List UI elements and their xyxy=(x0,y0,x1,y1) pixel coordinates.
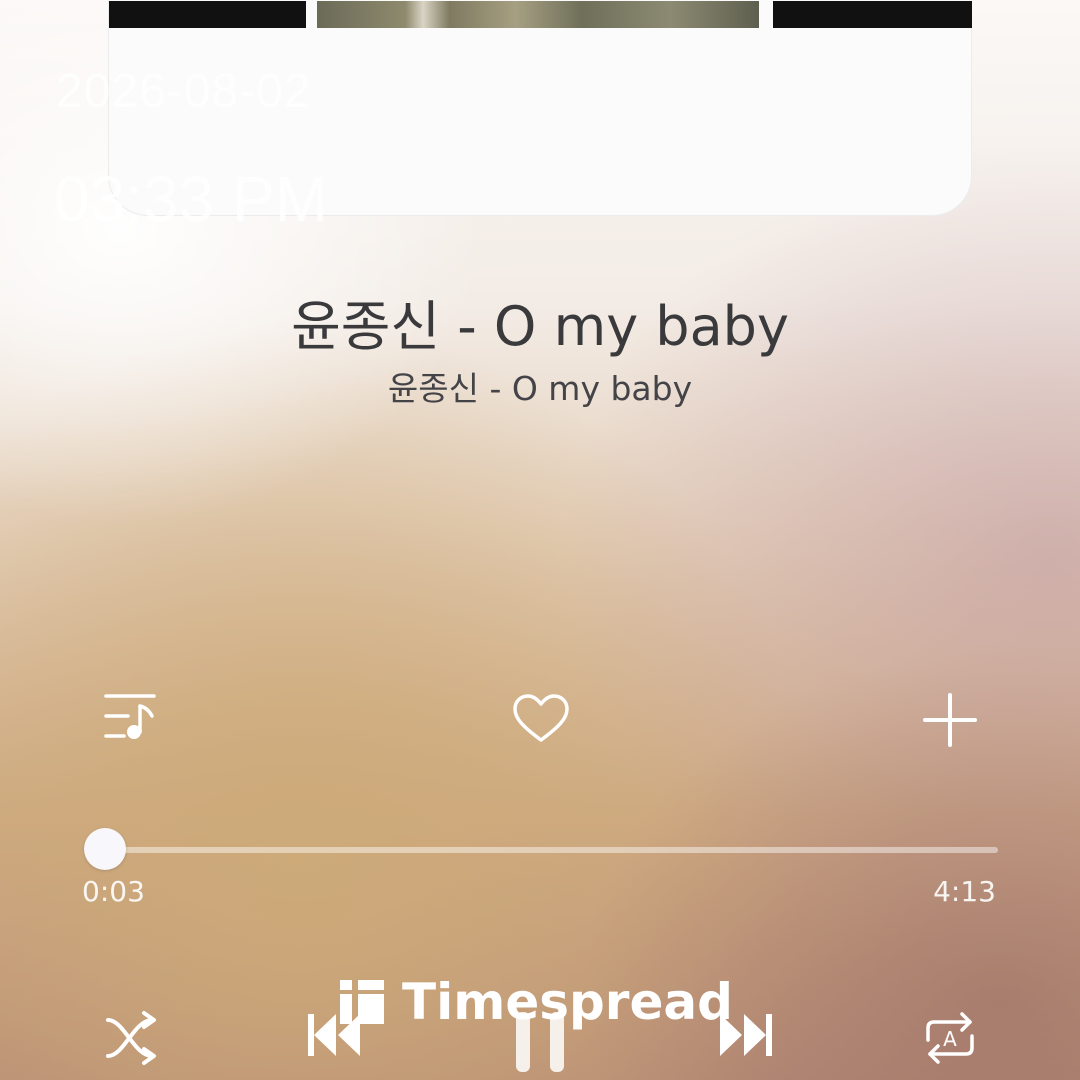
elapsed-time: 0:03 xyxy=(82,875,145,908)
album-art-image xyxy=(317,1,759,28)
track-artist: 윤종신 - O my baby xyxy=(387,369,693,408)
plus-icon[interactable] xyxy=(922,692,978,748)
progress-bar[interactable] xyxy=(83,828,998,870)
timespread-logo-icon xyxy=(340,980,384,1024)
svg-text:A: A xyxy=(943,1027,957,1051)
watermark-text: Timespread xyxy=(402,973,733,1031)
album-art-border-right xyxy=(773,1,972,28)
heart-icon[interactable] xyxy=(512,694,570,744)
repeat-a-icon[interactable]: A xyxy=(922,1010,978,1066)
album-art-border-left xyxy=(109,1,306,28)
overlay-time: 03:33 PM xyxy=(54,163,328,235)
queue-music-icon[interactable] xyxy=(102,692,160,742)
timespread-watermark: Timespread xyxy=(340,972,733,1032)
shuffle-icon[interactable] xyxy=(104,1010,160,1066)
total-time: 4:13 xyxy=(933,875,996,908)
track-title: 윤종신 - O my baby xyxy=(291,295,789,358)
progress-thumb[interactable] xyxy=(83,828,126,870)
overlay-date: 2026-08-02 xyxy=(56,65,312,118)
